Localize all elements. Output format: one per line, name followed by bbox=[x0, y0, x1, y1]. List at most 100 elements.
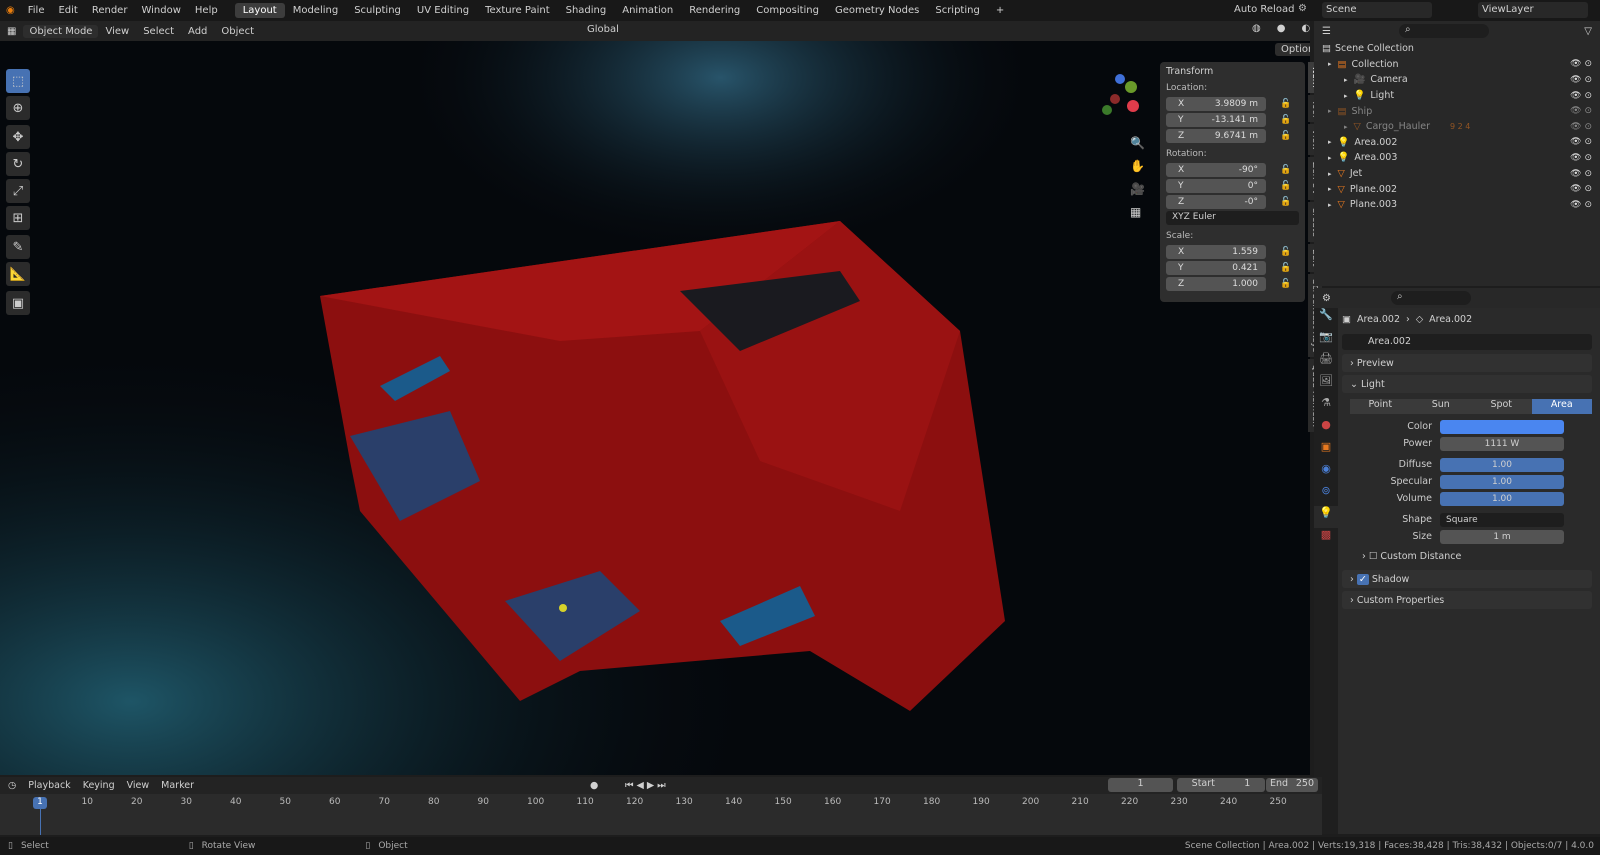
tab-uv-editing[interactable]: UV Editing bbox=[409, 3, 477, 18]
expand-arrow-icon[interactable]: ▸ bbox=[1328, 60, 1332, 68]
auto-reload-button[interactable]: Auto Reload bbox=[1234, 4, 1294, 15]
location-y-field[interactable]: Y -13.141 m bbox=[1166, 112, 1266, 127]
add-cube-tool[interactable]: ▣ bbox=[6, 291, 30, 315]
rotation-mode-dropdown[interactable]: XYZ Euler bbox=[1166, 211, 1299, 225]
tab-layout[interactable]: Layout bbox=[234, 3, 285, 18]
end-frame-field[interactable]: End 250 bbox=[1266, 778, 1318, 792]
blender-logo-icon[interactable]: ◉ bbox=[0, 5, 21, 16]
lock-icon[interactable]: 🔓 bbox=[1280, 131, 1291, 141]
lock-icon[interactable]: 🔓 bbox=[1280, 165, 1291, 175]
location-z-field[interactable]: Z 9.6741 m bbox=[1166, 128, 1266, 143]
tab-scripting[interactable]: Scripting bbox=[927, 3, 987, 18]
light-type-spot[interactable]: Spot bbox=[1471, 399, 1532, 414]
wireframe-shading-icon[interactable]: ◍ bbox=[1245, 23, 1268, 34]
shadow-checkbox[interactable]: ✓ bbox=[1356, 573, 1369, 585]
rotation-x-field[interactable]: X -90° bbox=[1166, 162, 1266, 177]
expand-arrow-icon[interactable]: ▸ bbox=[1344, 76, 1348, 84]
annotate-tool[interactable]: ✎ bbox=[6, 235, 30, 259]
menu-add[interactable]: Add bbox=[181, 26, 214, 37]
menu-window[interactable]: Window bbox=[134, 5, 187, 16]
tab-sculpting[interactable]: Sculpting bbox=[346, 3, 409, 18]
scale-z-field[interactable]: Z 1.000 bbox=[1166, 276, 1266, 291]
volume-slider[interactable]: 1.00 bbox=[1440, 491, 1564, 506]
lock-icon[interactable]: 🔓 bbox=[1280, 263, 1291, 273]
frame-ruler[interactable]: 10 20 30 40 50 60 70 80 90 100 110 120 130 140 150 160 1… bbox=[0, 797, 1322, 835]
expand-arrow-icon[interactable]: ▸ bbox=[1328, 107, 1332, 115]
menu-render[interactable]: Render bbox=[85, 5, 135, 16]
constraints-tab-icon[interactable]: ⊚ bbox=[1314, 484, 1338, 506]
editor-type-icon[interactable]: ⚙ bbox=[1322, 293, 1331, 304]
options-dropdown[interactable]: Options bbox=[1275, 43, 1310, 56]
shape-dropdown[interactable]: Square bbox=[1440, 512, 1564, 527]
mode-dropdown[interactable]: Object Mode bbox=[23, 24, 99, 38]
3d-viewport[interactable]: ⬚ ⊕ ✥ ↻ ⤢ ⊞ ✎ 📐 ▣ 🔍 ✋ 🎥 ▦ Options bbox=[0, 41, 1310, 775]
tab-animation[interactable]: Animation bbox=[614, 3, 681, 18]
expand-arrow-icon[interactable]: ▸ bbox=[1328, 154, 1332, 162]
size-field[interactable]: 1 m bbox=[1440, 529, 1564, 544]
playhead[interactable]: 1 bbox=[33, 797, 47, 809]
expand-arrow-icon[interactable]: ▸ bbox=[1328, 201, 1332, 209]
current-frame-field[interactable]: 1 bbox=[1108, 778, 1173, 792]
menu-keying[interactable]: Keying bbox=[83, 780, 115, 791]
tool-tab-icon[interactable]: 🔧 bbox=[1314, 308, 1338, 330]
light-type-sun[interactable]: Sun bbox=[1410, 399, 1471, 414]
texture-tab-icon[interactable]: ▩ bbox=[1314, 528, 1338, 550]
tab-rendering[interactable]: Rendering bbox=[681, 3, 748, 18]
outliner-item[interactable]: ▸ 💡 Area.003 👁 ⊙ bbox=[1314, 150, 1600, 166]
outliner-item[interactable]: ▸ ▤ Collection 👁 ⊙ bbox=[1314, 57, 1600, 73]
scale-y-field[interactable]: Y 0.421 bbox=[1166, 260, 1266, 275]
rotation-z-field[interactable]: Z -0° bbox=[1166, 194, 1266, 209]
playback-controls[interactable]: ⏮◀▶⏭ bbox=[625, 780, 669, 791]
scene-selector[interactable]: Scene bbox=[1322, 2, 1432, 18]
view-layer-selector[interactable]: ViewLayer bbox=[1478, 2, 1588, 18]
lock-icon[interactable]: 🔓 bbox=[1280, 181, 1291, 191]
expand-arrow-icon[interactable]: ▸ bbox=[1344, 92, 1348, 100]
editor-type-icon[interactable]: ▦ bbox=[0, 26, 23, 37]
expand-arrow-icon[interactable]: ▸ bbox=[1328, 138, 1332, 146]
outliner-search[interactable]: ⌕ bbox=[1398, 24, 1489, 38]
lock-icon[interactable]: 🔓 bbox=[1280, 99, 1291, 109]
menu-playback[interactable]: Playback bbox=[28, 780, 70, 791]
lock-icon[interactable]: 🔓 bbox=[1280, 115, 1291, 125]
visibility-icon[interactable]: 👁 ⊙ bbox=[1570, 184, 1592, 194]
menu-select[interactable]: Select bbox=[136, 26, 181, 37]
physics-tab-icon[interactable]: ◉ bbox=[1314, 462, 1338, 484]
visibility-icon[interactable]: 👁 ⊙ bbox=[1570, 122, 1592, 132]
menu-help[interactable]: Help bbox=[188, 5, 225, 16]
rotate-tool[interactable]: ↻ bbox=[6, 152, 30, 176]
outliner-item[interactable]: ▸ ▽ Cargo_Hauler 9 2 4 👁 ⊙ bbox=[1314, 119, 1600, 135]
menu-object[interactable]: Object bbox=[214, 26, 261, 37]
navigation-gizmo[interactable] bbox=[1095, 74, 1145, 124]
select-box-tool[interactable]: ⬚ bbox=[6, 69, 30, 93]
filter-icon[interactable]: ▽ bbox=[1584, 26, 1592, 37]
menu-edit[interactable]: Edit bbox=[51, 5, 84, 16]
power-field[interactable]: 1111 W bbox=[1440, 436, 1564, 451]
scene-collection-row[interactable]: ▤ Scene Collection bbox=[1314, 41, 1600, 57]
scale-tool[interactable]: ⤢ bbox=[6, 179, 30, 203]
datablock-field[interactable]: Area.002 bbox=[1342, 334, 1592, 350]
lock-icon[interactable]: 🔓 bbox=[1280, 247, 1291, 257]
properties-search[interactable]: ⌕ bbox=[1390, 291, 1471, 305]
outliner-item[interactable]: ▸ ▽ Jet 👁 ⊙ bbox=[1314, 166, 1600, 182]
custom-properties-panel-header[interactable]: › Custom Properties bbox=[1342, 591, 1592, 609]
move-tool[interactable]: ✥ bbox=[6, 125, 30, 149]
world-tab-icon[interactable]: ● bbox=[1314, 418, 1338, 440]
object-tab-icon[interactable]: ▣ bbox=[1314, 440, 1338, 462]
visibility-icon[interactable]: 👁 ⊙ bbox=[1570, 169, 1592, 179]
menu-marker[interactable]: Marker bbox=[161, 780, 194, 791]
preview-panel-header[interactable]: › Preview bbox=[1342, 354, 1592, 372]
visibility-icon[interactable]: 👁 ⊙ bbox=[1570, 153, 1592, 163]
tab-compositing[interactable]: Compositing bbox=[748, 3, 827, 18]
specular-slider[interactable]: 1.00 bbox=[1440, 474, 1564, 489]
visibility-icon[interactable]: 👁 ⊙ bbox=[1570, 137, 1592, 147]
solid-shading-icon[interactable]: ● bbox=[1270, 23, 1293, 34]
color-swatch[interactable] bbox=[1440, 419, 1564, 434]
outliner-item[interactable]: ▸ 💡 Light 👁 ⊙ bbox=[1314, 88, 1600, 104]
display-mode-icon[interactable]: ☰ bbox=[1322, 26, 1331, 37]
scene-tab-icon[interactable]: ⚗ bbox=[1314, 396, 1338, 418]
view-layer-tab-icon[interactable]: 🖼 bbox=[1314, 374, 1338, 396]
outliner-item[interactable]: ▸ ▤ Ship 👁 ⊙ bbox=[1314, 103, 1600, 119]
clock-icon[interactable]: ◷ bbox=[8, 780, 16, 791]
menu-view[interactable]: View bbox=[127, 780, 150, 791]
measure-tool[interactable]: 📐 bbox=[6, 262, 30, 286]
